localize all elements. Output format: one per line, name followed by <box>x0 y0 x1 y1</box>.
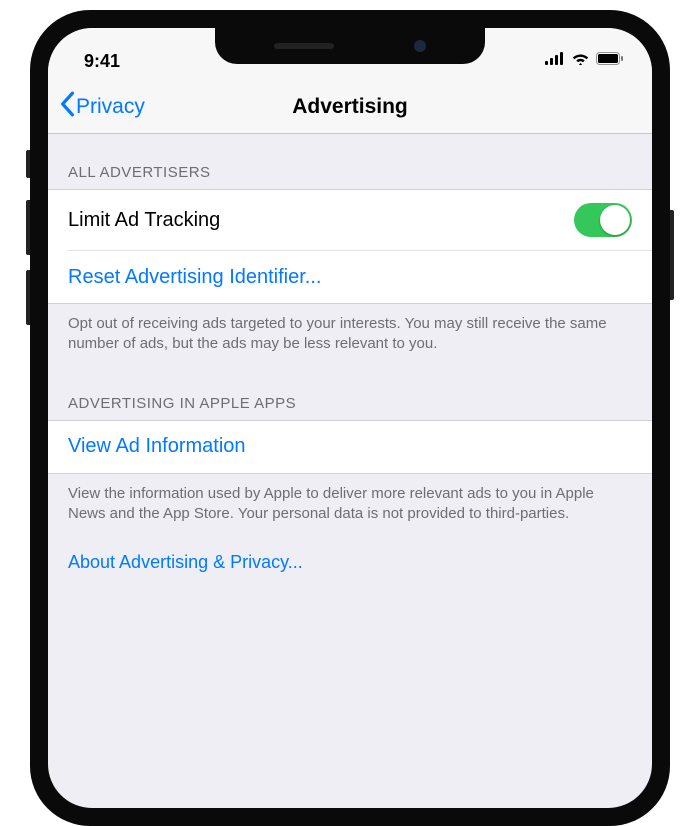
volume-up-button <box>26 200 30 255</box>
about-advertising-label: About Advertising & Privacy... <box>68 552 303 572</box>
front-camera <box>414 40 426 52</box>
back-label: Privacy <box>76 95 145 119</box>
notch <box>215 28 485 64</box>
wifi-icon <box>571 52 590 70</box>
section-header-advertisers: ALL ADVERTISERS <box>48 134 652 189</box>
reset-identifier-row[interactable]: Reset Advertising Identifier... <box>48 251 652 303</box>
apple-apps-group: View Ad Information <box>48 420 652 474</box>
battery-icon <box>596 52 624 70</box>
advertisers-footer: Opt out of receiving ads targeted to you… <box>48 304 652 365</box>
limit-ad-tracking-toggle[interactable] <box>574 203 632 237</box>
cellular-signal-icon <box>545 52 565 70</box>
silent-switch <box>26 150 30 178</box>
power-button <box>670 210 674 300</box>
volume-down-button <box>26 270 30 325</box>
view-ad-info-label: View Ad Information <box>68 435 246 458</box>
reset-identifier-label: Reset Advertising Identifier... <box>68 266 321 289</box>
speaker-grill <box>274 43 334 49</box>
view-ad-info-row[interactable]: View Ad Information <box>48 421 652 473</box>
about-advertising-link[interactable]: About Advertising & Privacy... <box>48 534 652 591</box>
section-header-apple-apps: ADVERTISING IN APPLE APPS <box>48 365 652 420</box>
advertisers-group: Limit Ad Tracking Reset Advertising Iden… <box>48 189 652 304</box>
chevron-left-icon <box>58 91 76 123</box>
limit-ad-tracking-label: Limit Ad Tracking <box>68 209 220 232</box>
status-time: 9:41 <box>84 51 120 72</box>
limit-ad-tracking-row[interactable]: Limit Ad Tracking <box>48 190 652 250</box>
nav-bar: Privacy Advertising <box>48 80 652 134</box>
apple-apps-footer: View the information used by Apple to de… <box>48 474 652 535</box>
back-button[interactable]: Privacy <box>48 91 145 123</box>
screen: 9:41 Privacy Advertising <box>48 28 652 808</box>
phone-frame: 9:41 Privacy Advertising <box>30 10 670 826</box>
status-icons <box>545 52 624 70</box>
